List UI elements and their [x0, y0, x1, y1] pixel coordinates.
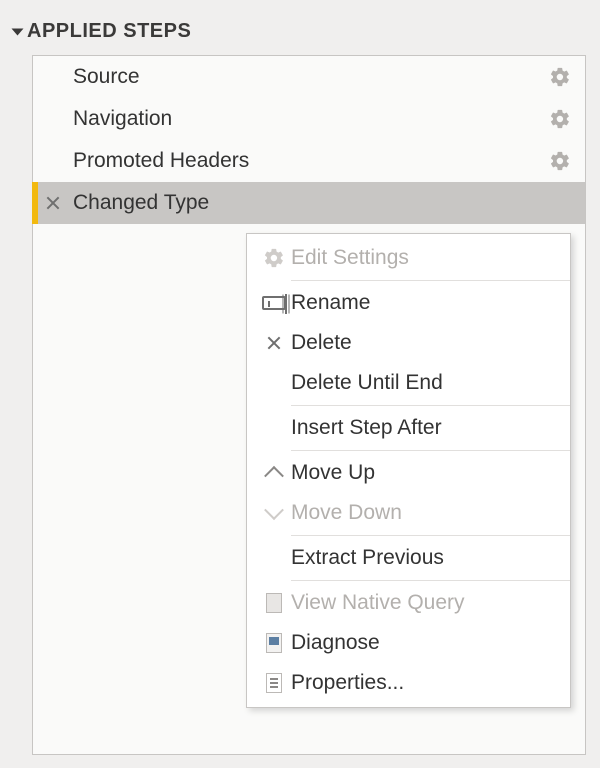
step-label: Promoted Headers: [65, 149, 549, 173]
context-menu: Edit Settings Rename Delete Delete Until En…: [246, 233, 571, 708]
menu-item[interactable]: Diagnose: [247, 623, 570, 663]
menu-item-label: Properties...: [291, 671, 404, 695]
menu-separator: [291, 535, 570, 536]
menu-separator: [291, 280, 570, 281]
menu-item[interactable]: Delete: [247, 323, 570, 363]
step-label: Source: [65, 65, 549, 89]
menu-item-label: Diagnose: [291, 631, 380, 655]
menu-item-label: Rename: [291, 291, 370, 315]
menu-item: View Native Query: [247, 583, 570, 623]
menu-item[interactable]: Move Up: [247, 453, 570, 493]
menu-item[interactable]: Rename: [247, 283, 570, 323]
gear-icon: [257, 247, 291, 269]
menu-item-label: View Native Query: [291, 591, 465, 615]
properties-icon: [257, 673, 291, 693]
diagnose-icon: [257, 633, 291, 653]
menu-separator: [291, 405, 570, 406]
panel-header[interactable]: APPLIED STEPS: [14, 20, 586, 43]
menu-item-label: Edit Settings: [291, 246, 409, 270]
step-label: Navigation: [65, 107, 549, 131]
menu-separator: [291, 450, 570, 451]
rename-icon: [257, 296, 291, 310]
menu-item: Edit Settings: [247, 238, 570, 278]
step-row[interactable]: Source: [33, 56, 585, 98]
document-stack-icon: [257, 593, 291, 613]
menu-item[interactable]: Properties...: [247, 663, 570, 703]
x-icon: [257, 336, 291, 350]
menu-item-label: Insert Step After: [291, 416, 442, 440]
delete-step-icon[interactable]: [41, 196, 65, 210]
step-row[interactable]: Navigation: [33, 98, 585, 140]
menu-item-label: Move Up: [291, 461, 375, 485]
menu-item-label: Delete: [291, 331, 352, 355]
gear-icon[interactable]: [549, 108, 571, 130]
gear-icon[interactable]: [549, 66, 571, 88]
applied-steps-panel: APPLIED STEPS Source Navigation Promoted H…: [0, 0, 600, 768]
panel-title: APPLIED STEPS: [27, 20, 191, 43]
menu-item-label: Extract Previous: [291, 546, 444, 570]
menu-item-label: Move Down: [291, 501, 402, 525]
selection-bar: [32, 182, 38, 224]
steps-list: Source Navigation Promoted Headers Changed …: [32, 55, 586, 755]
menu-item: Move Down: [247, 493, 570, 533]
menu-item[interactable]: Delete Until End: [247, 363, 570, 403]
step-label: Changed Type: [65, 191, 571, 215]
menu-item[interactable]: Insert Step After: [247, 408, 570, 448]
step-row[interactable]: Changed Type: [33, 182, 585, 224]
chevron-up-icon: [257, 466, 291, 480]
chevron-down-icon: [257, 506, 291, 520]
gear-icon[interactable]: [549, 150, 571, 172]
step-row[interactable]: Promoted Headers: [33, 140, 585, 182]
menu-separator: [291, 580, 570, 581]
menu-item-label: Delete Until End: [291, 371, 443, 395]
menu-item[interactable]: Extract Previous: [247, 538, 570, 578]
collapse-icon: [12, 28, 24, 35]
